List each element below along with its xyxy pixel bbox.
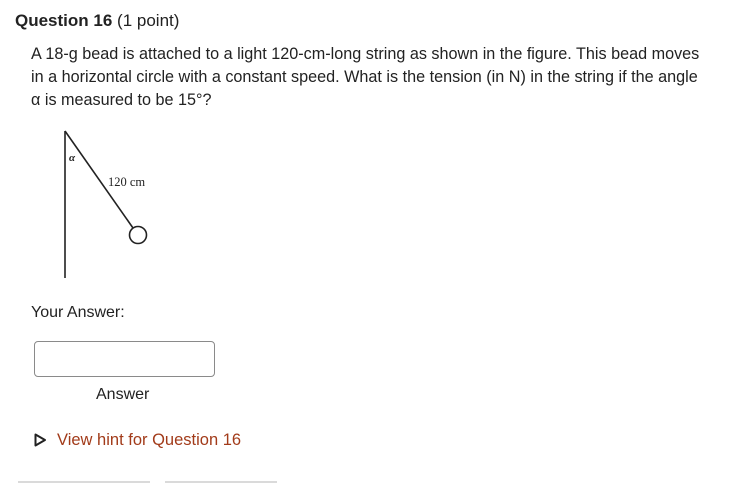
question-header: Question 16 (1 point) bbox=[15, 10, 179, 32]
your-answer-label: Your Answer: bbox=[31, 304, 125, 321]
pendulum-figure: α 120 cm bbox=[64, 130, 148, 278]
view-hint-link[interactable]: View hint for Question 16 bbox=[33, 430, 241, 450]
question-text: A 18-g bead is attached to a light 120-c… bbox=[31, 45, 700, 109]
angle-label: α bbox=[69, 152, 76, 164]
bead-circle bbox=[128, 225, 148, 245]
answer-field-label: Answer bbox=[96, 386, 150, 403]
question-points: (1 point) bbox=[117, 11, 180, 30]
answer-input[interactable] bbox=[34, 341, 215, 377]
question-number: Question 16 bbox=[15, 11, 113, 30]
triangle-right-icon bbox=[34, 433, 46, 447]
view-hint-text: View hint for Question 16 bbox=[57, 431, 242, 449]
length-label: 120 cm bbox=[108, 175, 145, 189]
